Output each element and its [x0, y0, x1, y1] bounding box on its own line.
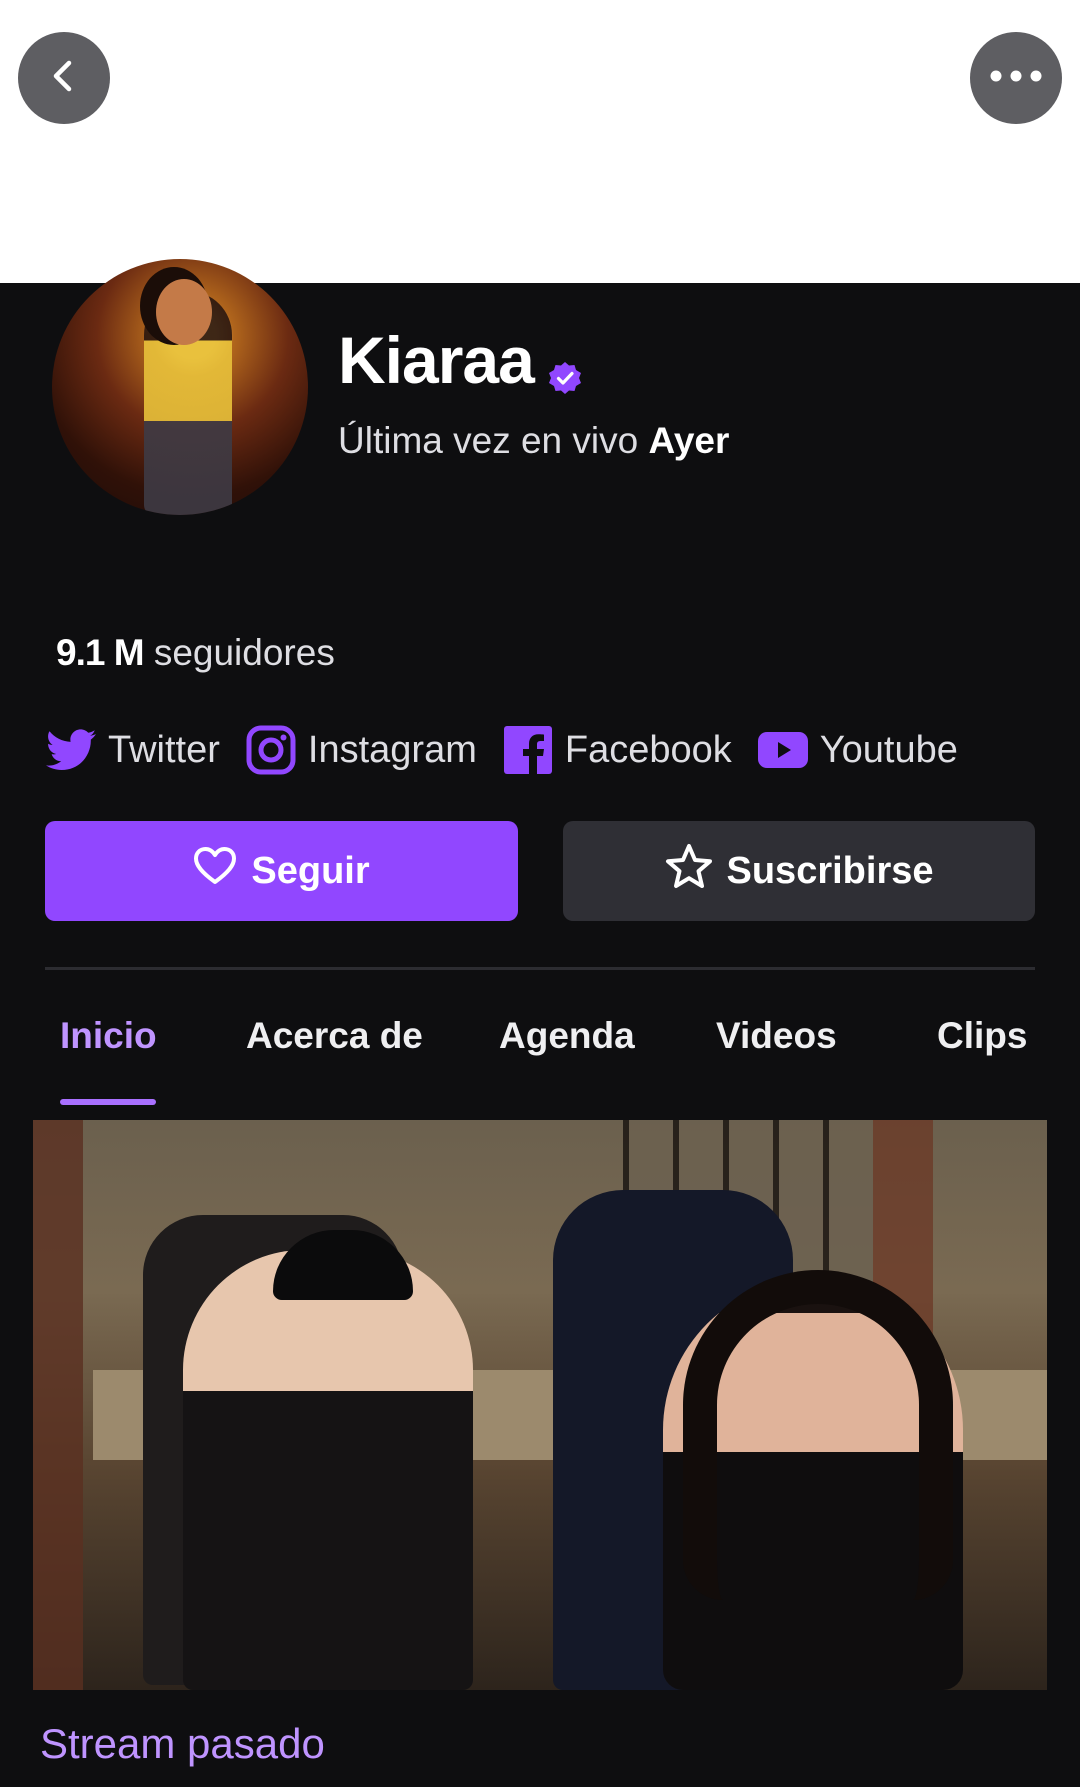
social-link-youtube[interactable]: Youtube	[757, 725, 958, 775]
last-live-value: Ayer	[648, 420, 730, 461]
profile-banner	[0, 0, 1080, 283]
twitter-icon	[46, 725, 96, 775]
social-link-twitter[interactable]: Twitter	[46, 725, 220, 775]
tab-clips[interactable]: Clips	[937, 1015, 1027, 1057]
back-button[interactable]	[18, 32, 110, 124]
chevron-left-icon	[44, 56, 84, 101]
channel-tabs: Inicio Acerca de Agenda Videos Clips	[0, 1015, 1080, 1085]
more-dots-icon	[988, 69, 1044, 88]
channel-name: Kiaraa	[338, 322, 582, 398]
social-links: Twitter Instagram Facebook Youtube	[46, 720, 984, 780]
past-stream-label[interactable]: Stream pasado	[40, 1720, 325, 1768]
avatar[interactable]	[52, 259, 308, 515]
more-options-button[interactable]	[970, 32, 1062, 124]
last-live-status: Última vez en vivo Ayer	[338, 420, 729, 462]
verified-badge-icon	[548, 334, 582, 394]
social-link-label: Facebook	[564, 728, 732, 771]
youtube-icon	[757, 725, 808, 775]
star-icon	[665, 843, 713, 899]
tab-agenda[interactable]: Agenda	[499, 1015, 635, 1057]
subscribe-button[interactable]: Suscribirse	[563, 821, 1035, 921]
divider	[45, 967, 1035, 970]
instagram-icon	[246, 725, 296, 775]
tab-inicio[interactable]: Inicio	[60, 1015, 157, 1057]
last-live-prefix: Última vez en vivo	[338, 420, 639, 461]
follow-button[interactable]: Seguir	[45, 821, 518, 921]
subscribe-button-label: Suscribirse	[726, 849, 934, 892]
heart-icon	[193, 846, 237, 896]
past-stream-thumbnail[interactable]	[33, 1120, 1047, 1690]
followers-count: 9.1 M seguidores	[56, 632, 335, 674]
facebook-icon	[503, 725, 553, 775]
social-link-facebook[interactable]: Facebook	[503, 725, 732, 775]
channel-name-text: Kiaraa	[338, 323, 535, 397]
active-tab-indicator	[60, 1099, 156, 1105]
followers-label: seguidores	[153, 632, 335, 673]
followers-number: 9.1 M	[56, 632, 145, 673]
social-link-instagram[interactable]: Instagram	[246, 725, 477, 775]
social-link-label: Instagram	[307, 728, 477, 771]
tab-videos[interactable]: Videos	[716, 1015, 837, 1057]
tab-acerca-de[interactable]: Acerca de	[246, 1015, 423, 1057]
follow-button-label: Seguir	[251, 849, 370, 892]
social-link-label: Twitter	[108, 728, 220, 771]
social-link-label: Youtube	[819, 728, 958, 771]
